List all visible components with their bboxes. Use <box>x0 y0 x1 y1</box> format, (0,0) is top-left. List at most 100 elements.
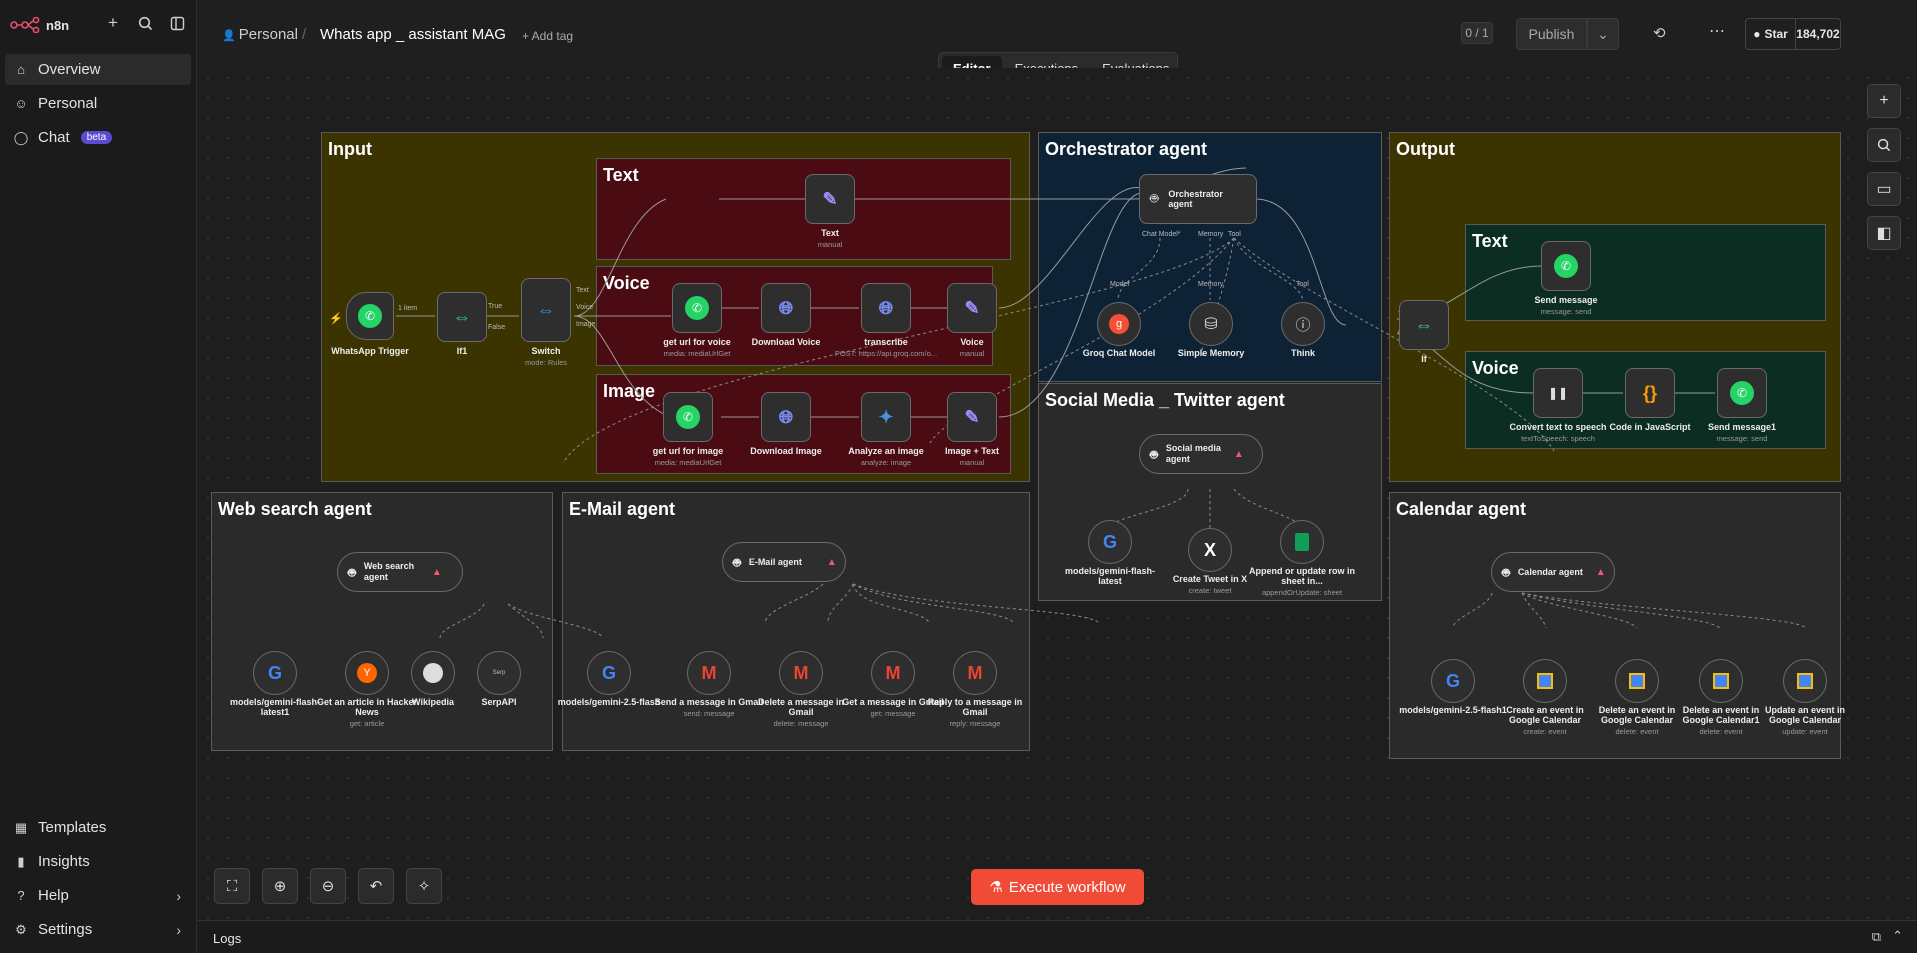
chat-icon: ◯ <box>13 129 29 145</box>
version-counter: 0 / 1 <box>1461 22 1493 44</box>
download-voice-node[interactable]: 🌐︎ <box>761 283 811 333</box>
github-star-button[interactable]: ● Star 184,702 <box>1745 18 1841 50</box>
search-icon[interactable] <box>136 14 154 32</box>
get-url-image-node[interactable]: ✆ <box>663 392 713 442</box>
calendar-delete-node[interactable] <box>1615 659 1659 703</box>
gmail-send-node[interactable]: M <box>687 651 731 695</box>
create-tweet-node[interactable]: X <box>1188 528 1232 572</box>
pencil-icon: ✎ <box>822 188 838 209</box>
voice-node[interactable]: ✎ <box>947 283 997 333</box>
code-node[interactable]: {} <box>1625 368 1675 418</box>
download-image-node[interactable]: 🌐︎ <box>761 392 811 442</box>
transcribe-node[interactable]: 🌐︎ <box>861 283 911 333</box>
execute-workflow-button[interactable]: ⚗ Execute workflow <box>971 869 1144 905</box>
port-label: Memory <box>1198 281 1224 288</box>
node-label: Download Voice <box>751 337 821 347</box>
gmail-reply-node[interactable]: M <box>953 651 997 695</box>
email-agent-node[interactable]: 🤖︎ E-Mail agent ▲ <box>722 542 846 582</box>
breadcrumb-project[interactable]: 👤 Personal <box>222 26 298 43</box>
sidebar-item-templates[interactable]: ▦ Templates <box>5 812 191 843</box>
google-icon: G <box>601 662 616 683</box>
google-icon: G <box>1445 670 1460 691</box>
publish-dropdown-chevron-down-icon[interactable]: ⌄ <box>1587 18 1619 50</box>
help-icon: ? <box>17 888 25 903</box>
whatsapp-icon: ✆ <box>1554 254 1578 278</box>
zoom-in-icon[interactable]: ⊕ <box>262 868 298 904</box>
tts-node[interactable]: ❚❚ <box>1533 368 1583 418</box>
orchestrator-agent-node[interactable]: 🤖︎ Orchestrator agent <box>1139 174 1257 224</box>
calendar-create-node[interactable] <box>1523 659 1567 703</box>
calendar-update-node[interactable] <box>1783 659 1827 703</box>
calendar-agent-node[interactable]: 🤖︎ Calendar agent ▲ <box>1491 552 1615 592</box>
gemini-latest-node[interactable]: G <box>1088 520 1132 564</box>
analyze-image-node[interactable]: ✦ <box>861 392 911 442</box>
image-text-node[interactable]: ✎ <box>947 392 997 442</box>
execute-label: Execute workflow <box>1008 878 1126 896</box>
popout-icon[interactable]: ⧉ <box>1872 929 1881 945</box>
node-label: Update an event in Google Calendar update… <box>1764 705 1845 736</box>
if-node[interactable]: ⇔ <box>1399 300 1449 350</box>
insights-icon: ▮ <box>17 853 25 869</box>
gmail-get-node[interactable]: M <box>871 651 915 695</box>
workflow-title[interactable]: Whats app _ assistant MAG <box>320 26 506 43</box>
gemini-latest1-node[interactable]: G <box>253 651 297 695</box>
search-nodes-icon[interactable] <box>1867 128 1901 162</box>
tidy-up-icon[interactable]: ✧ <box>406 868 442 904</box>
sidebar-item-label: Personal <box>38 95 98 112</box>
add-tag-button[interactable]: + Add tag <box>522 29 573 43</box>
if1-node[interactable]: ⇔ <box>437 292 487 342</box>
simple-memory-node[interactable]: ⛁ <box>1189 302 1233 346</box>
groq-chat-model-node[interactable]: g <box>1097 302 1141 346</box>
panel-toggle-icon[interactable]: ◧ <box>1867 216 1901 250</box>
sticky-note-icon[interactable]: ▭ <box>1867 172 1901 206</box>
fit-view-icon[interactable]: ⛶ <box>214 868 250 904</box>
sidebar-item-chat[interactable]: ◯ Chat beta <box>5 122 191 153</box>
send-message-node[interactable]: ✆ <box>1541 241 1591 291</box>
wikipedia-node[interactable] <box>411 651 455 695</box>
plus-icon[interactable]: + <box>104 13 122 32</box>
zoom-out-icon[interactable]: ⊖ <box>310 868 346 904</box>
robot-icon: 🤖︎ <box>1150 190 1159 206</box>
more-options-icon[interactable]: ⋯ <box>1709 21 1725 41</box>
node-label: Reply to a message in Gmail reply: messag… <box>927 697 1023 728</box>
sidebar-item-personal[interactable]: ☺ Personal <box>5 88 191 119</box>
history-icon[interactable]: ⟲ <box>1653 24 1666 42</box>
logs-panel[interactable]: Logs ⧉ ⌃ <box>198 920 1917 953</box>
add-node-button[interactable]: + <box>1867 84 1901 118</box>
social-media-agent-node[interactable]: 🤖︎ Social media agent ▲ <box>1139 434 1263 474</box>
sidebar-item-settings[interactable]: ⚙ Settings › <box>5 914 191 945</box>
gmail-delete-node[interactable]: M <box>779 651 823 695</box>
gemini-25-node[interactable]: G <box>587 651 631 695</box>
undo-icon[interactable]: ↶ <box>358 868 394 904</box>
text-node[interactable]: ✎ <box>805 174 855 224</box>
send-message1-node[interactable]: ✆ <box>1717 368 1767 418</box>
port-label: Chat Model* <box>1142 231 1181 238</box>
google-calendar-icon <box>1797 673 1813 689</box>
gemini-25-1-node[interactable]: G <box>1431 659 1475 703</box>
calendar-delete1-node[interactable] <box>1699 659 1743 703</box>
switch-node[interactable]: ⇔ <box>521 278 571 342</box>
workflow-canvas[interactable]: Input Text Voice Image Orchestrator agen… <box>198 68 1917 920</box>
serpapi-node[interactable]: Serp <box>477 651 521 695</box>
sidebar-item-insights[interactable]: ▮ Insights <box>5 846 191 877</box>
publish-button[interactable]: Publish <box>1516 18 1587 50</box>
chevron-up-icon[interactable]: ⌃ <box>1892 928 1903 944</box>
google-icon: G <box>1102 531 1117 552</box>
sidebar-item-label: Help <box>38 887 69 904</box>
port-label: False <box>488 324 506 331</box>
whatsapp-trigger-node[interactable]: ✆ <box>346 292 394 340</box>
robot-icon: 🤖︎ <box>1150 446 1158 462</box>
web-search-agent-node[interactable]: 🤖︎ Web search agent ▲ <box>337 552 463 592</box>
sidebar-item-help[interactable]: ? Help › <box>5 880 191 911</box>
whatsapp-icon: ✆ <box>676 405 700 429</box>
collapse-sidebar-icon[interactable] <box>168 14 186 32</box>
sidebar-item-overview[interactable]: ⌂ Overview <box>5 54 191 85</box>
get-url-voice-node[interactable]: ✆ <box>672 283 722 333</box>
node-label: Image + Text manual <box>944 446 1000 467</box>
app-logo[interactable]: n8n <box>10 14 69 36</box>
hacker-news-node[interactable]: Y <box>345 651 389 695</box>
think-node[interactable]: ⓘ <box>1281 302 1325 346</box>
append-row-sheet-node[interactable] <box>1280 520 1324 564</box>
templates-icon: ▦ <box>14 819 28 835</box>
port-label: 1 item <box>398 305 418 312</box>
